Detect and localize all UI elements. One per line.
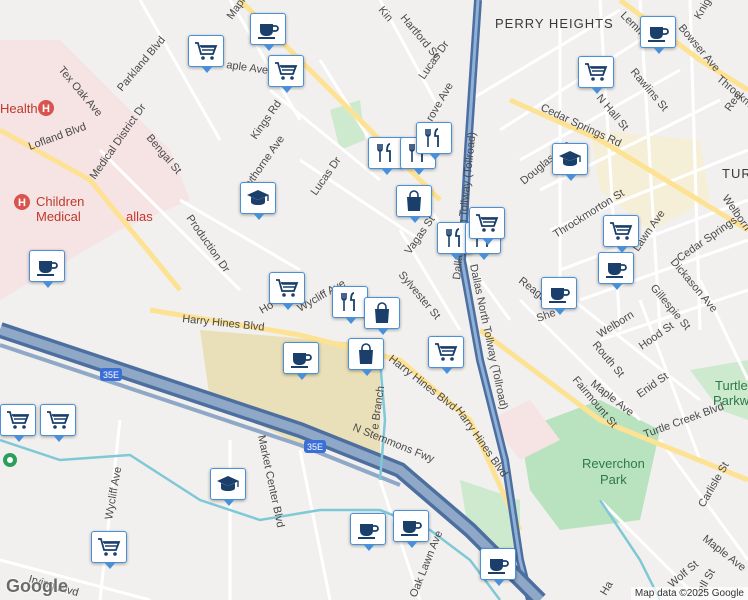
coffee-icon [398, 515, 424, 537]
label-health: Health [0, 101, 38, 116]
svg-text:35E: 35E [307, 442, 323, 452]
poi-marker-school[interactable] [240, 182, 276, 220]
shopping-cart-icon [583, 61, 609, 83]
transit-marker[interactable] [3, 453, 17, 467]
svg-text:35E: 35E [103, 370, 119, 380]
google-logo: Google [6, 576, 68, 596]
poi-marker-grocery[interactable] [40, 404, 76, 442]
svg-text:H: H [18, 197, 26, 209]
label-childrens-3: allas [126, 209, 153, 224]
shopping-cart-icon [193, 40, 219, 62]
poi-marker-grocery[interactable] [428, 336, 464, 374]
school-icon [215, 473, 241, 495]
shopping-bag-icon [369, 302, 395, 324]
poi-marker-coffee[interactable] [350, 513, 386, 551]
poi-marker-grocery[interactable] [578, 56, 614, 94]
poi-marker-restaurant[interactable] [332, 286, 368, 324]
shopping-cart-icon [96, 536, 122, 558]
poi-marker-coffee[interactable] [250, 13, 286, 51]
coffee-icon [603, 257, 629, 279]
label-turtle: TURTL [722, 166, 748, 181]
label-childrens-1: Children [36, 194, 84, 209]
coffee-icon [546, 282, 572, 304]
poi-marker-restaurant[interactable] [368, 137, 404, 175]
svg-text:H: H [42, 103, 50, 115]
label-reverchon-2: Park [600, 472, 627, 487]
restaurant-icon [337, 291, 363, 313]
poi-marker-shopping[interactable] [364, 297, 400, 335]
coffee-icon [485, 553, 511, 575]
highway-shield-2: 35E [304, 440, 326, 453]
coffee-icon [355, 518, 381, 540]
label-reverchon-1: Reverchon [582, 456, 645, 471]
map-attribution[interactable]: Map data ©2025 Google [630, 587, 748, 600]
poi-marker-school[interactable] [210, 468, 246, 506]
poi-marker-shopping[interactable] [348, 338, 384, 376]
shopping-cart-icon [608, 220, 634, 242]
poi-marker-coffee[interactable] [29, 250, 65, 288]
shopping-bag-icon [353, 343, 379, 365]
label-childrens-2: Medical [36, 209, 81, 224]
poi-marker-coffee[interactable] [598, 252, 634, 290]
poi-marker-grocery[interactable] [268, 55, 304, 93]
poi-marker-shopping[interactable] [396, 185, 432, 223]
coffee-icon [288, 347, 314, 369]
poi-marker-restaurant[interactable] [416, 122, 452, 160]
shopping-cart-icon [274, 277, 300, 299]
poi-marker-coffee[interactable] [393, 510, 429, 548]
shopping-cart-icon [273, 60, 299, 82]
poi-marker-grocery[interactable] [188, 35, 224, 73]
shopping-cart-icon [474, 212, 500, 234]
shopping-cart-icon [433, 341, 459, 363]
poi-marker-grocery[interactable] [91, 531, 127, 569]
shopping-cart-icon [45, 409, 71, 431]
poi-marker-coffee[interactable] [480, 548, 516, 586]
coffee-icon [645, 21, 671, 43]
poi-marker-coffee[interactable] [541, 277, 577, 315]
label-turtle-park-1: Turtle [715, 378, 748, 393]
hospital-marker-childrens[interactable]: H [14, 194, 30, 210]
coffee-icon [255, 18, 281, 40]
poi-marker-grocery[interactable] [0, 404, 36, 442]
poi-marker-school[interactable] [552, 143, 588, 181]
poi-marker-coffee[interactable] [283, 342, 319, 380]
map-canvas[interactable]: 35E 35E H H PERRY HEIGHTS TURTL Revercho… [0, 0, 748, 600]
hospital-marker-health[interactable]: H [38, 100, 54, 116]
restaurant-icon [421, 127, 447, 149]
poi-marker-grocery[interactable] [603, 215, 639, 253]
shopping-bag-icon [401, 190, 427, 212]
poi-marker-grocery[interactable] [469, 207, 505, 245]
poi-marker-grocery[interactable] [269, 272, 305, 310]
school-icon [557, 148, 583, 170]
shopping-cart-icon [5, 409, 31, 431]
poi-marker-coffee[interactable] [640, 16, 676, 54]
label-perry-heights: PERRY HEIGHTS [495, 16, 614, 31]
school-icon [245, 187, 271, 209]
coffee-icon [34, 255, 60, 277]
restaurant-icon [373, 142, 399, 164]
highway-shield-1: 35E [100, 368, 122, 381]
